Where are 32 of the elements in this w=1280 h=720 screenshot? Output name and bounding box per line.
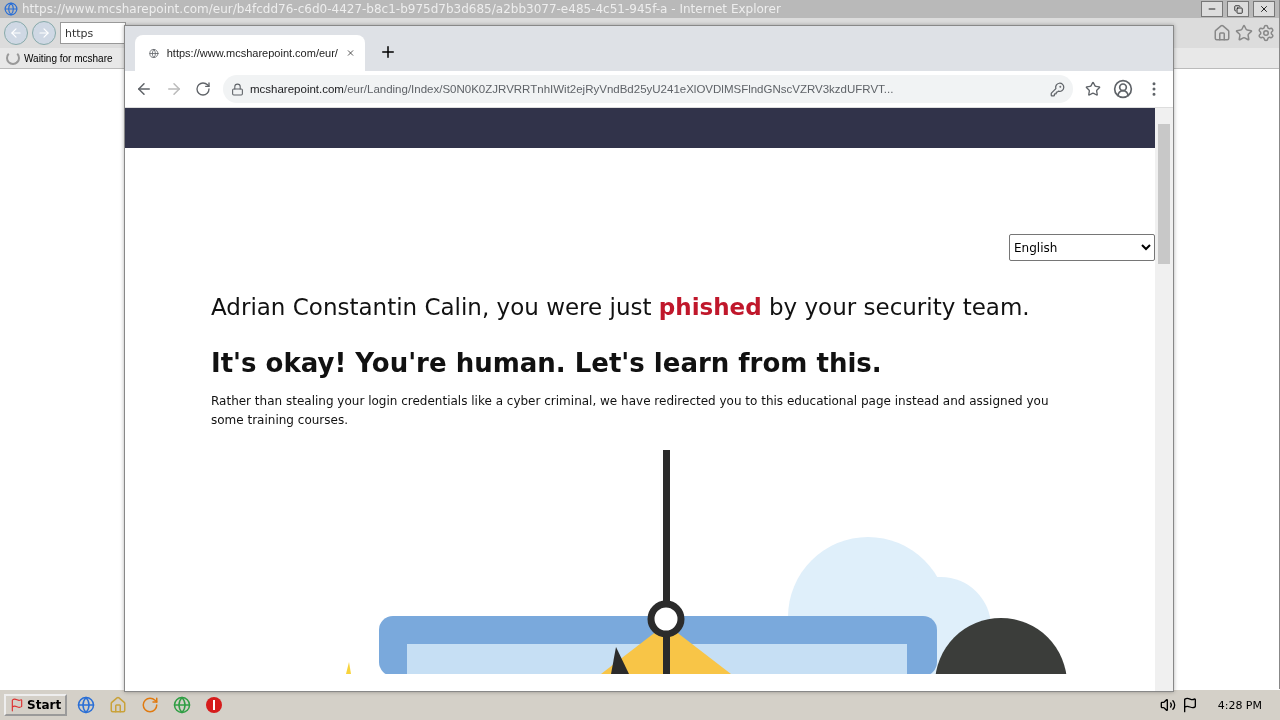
left-arrow-icon — [9, 26, 23, 40]
favorites-icon[interactable] — [1235, 24, 1253, 42]
url-text: mcsharepoint.com/eur/Landing/Index/S0N0K0ZJRVRRTnhIWit2ejRyVndBd25yU241eXlOVDlMSFlndGNscVZRV3kzdUFRVT... — [250, 83, 894, 95]
address-bar[interactable]: mcsharepoint.com/eur/Landing/Index/S0N0K0ZJRVRRTnhIWit2ejRyVndBd25yU241eXlOVDlMSFlndGNscVZRV3kzdUFRVT... — [223, 75, 1073, 103]
bookmark-icon[interactable] — [1085, 81, 1101, 97]
clock: 4:28 PM — [1217, 698, 1262, 712]
close-icon — [1259, 4, 1269, 14]
status-text: Waiting for mcshare — [24, 52, 113, 64]
minimize-button[interactable] — [1201, 1, 1223, 17]
subheadline: It's okay! You're human. Let's learn from this. — [211, 348, 883, 378]
close-button[interactable] — [1253, 1, 1275, 17]
flag-icon[interactable] — [1181, 697, 1198, 713]
browser-tab[interactable]: https://www.mcsharepoint.com/eur/ — [135, 35, 365, 71]
restore-icon — [1233, 4, 1243, 14]
headline: Adrian Constantin Calin, you were just phished by your security team. — [211, 294, 1031, 320]
forward-button[interactable] — [165, 80, 183, 98]
reload-button[interactable] — [195, 81, 211, 97]
restore-button[interactable] — [1227, 1, 1249, 17]
start-button[interactable]: Start — [4, 694, 68, 716]
scrollbar[interactable] — [1155, 108, 1173, 691]
settings-icon[interactable] — [1257, 24, 1275, 42]
right-arrow-icon — [37, 26, 51, 40]
lock-icon — [231, 82, 244, 96]
forward-button[interactable] — [32, 21, 56, 45]
back-button[interactable] — [135, 80, 153, 98]
language-select[interactable]: English — [1009, 234, 1155, 261]
volume-icon[interactable] — [1159, 697, 1176, 713]
key-icon — [1050, 81, 1065, 97]
home-icon[interactable] — [1213, 24, 1231, 42]
profile-icon[interactable] — [1113, 79, 1133, 99]
address-field[interactable]: https — [60, 22, 126, 44]
body-text: Rather than stealing your login credentials like a cyber criminal, we have redirected you to this educational page instead and assigned you some training courses. — [211, 393, 1050, 429]
